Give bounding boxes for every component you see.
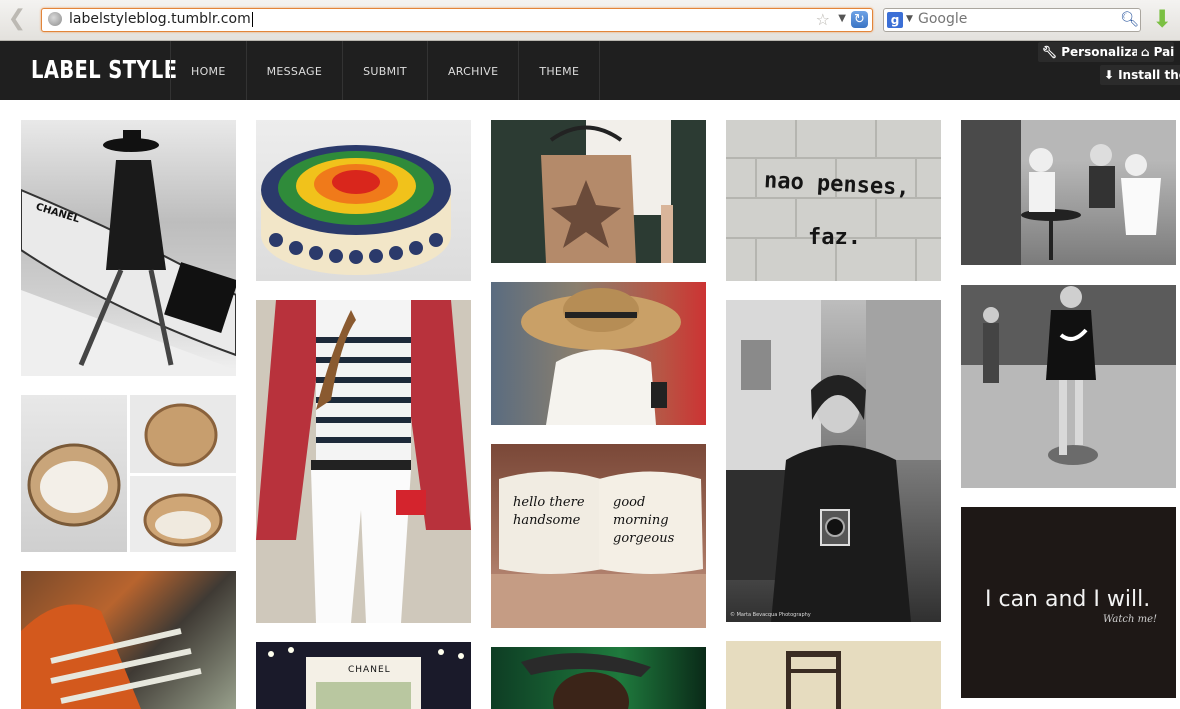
stand-sign-text: CHANEL [348, 665, 391, 675]
candy-cake-illustration [261, 145, 451, 275]
nav-submit[interactable]: SUBMIT [342, 41, 427, 100]
main-nav: HOME MESSAGE SUBMIT ARCHIVE THEME [170, 41, 601, 100]
globe-icon [48, 12, 62, 26]
tote-illustration [491, 120, 706, 263]
nike-street-illustration [961, 285, 1176, 488]
nav-archive[interactable]: ARCHIVE [426, 41, 518, 100]
customize-button[interactable]: 🔧︎ Personalizar [1038, 42, 1152, 62]
url-text[interactable]: labelstyleblog.tumblr.com [69, 11, 253, 27]
post-quote-card[interactable]: I can and I will. Watch me! [961, 507, 1176, 698]
pillow-left-text: hello there handsome [513, 495, 585, 528]
quote-text: I can and I will. [985, 587, 1151, 612]
browser-toolbar: ❮ labelstyleblog.tumblr.com ☆ ▼ ↻ g ▼ 🔍︎… [0, 0, 1180, 41]
url-dropdown-icon[interactable]: ▼ [838, 13, 846, 24]
surfer-illustration [21, 130, 236, 376]
url-bar[interactable]: labelstyleblog.tumblr.com ☆ ▼ ↻ [41, 8, 873, 32]
search-bar[interactable]: g ▼ 🔍︎ [883, 8, 1141, 32]
photo-credit-text: © Marta Bevacqua Photography [730, 612, 811, 618]
quote-subtext: Watch me! [1103, 614, 1158, 625]
star-icon[interactable]: ☆ [816, 10, 830, 29]
home-icon: ⌂ [1141, 45, 1150, 59]
post-photo-ny-jacket-girl[interactable]: © Marta Bevacqua Photography [726, 300, 941, 622]
post-photo-nike-street[interactable] [961, 285, 1176, 488]
striped-shirt-illustration [21, 604, 202, 709]
search-input[interactable] [918, 11, 1108, 27]
post-photo-cafe-terrace[interactable] [961, 120, 1176, 265]
nav-theme[interactable]: THEME [518, 41, 601, 100]
back-arrow-icon[interactable]: ❮ [6, 8, 28, 30]
post-photo-chanel-stand[interactable]: CHANEL [256, 642, 471, 709]
wrench-icon: 🔧︎ [1042, 45, 1058, 59]
google-engine-icon[interactable]: g [887, 12, 903, 28]
straw-hat-illustration [521, 288, 681, 425]
cafe-illustration [961, 120, 1176, 265]
ny-girl-illustration [726, 300, 941, 622]
site-header: LABEL STYLE HOME MESSAGE SUBMIT ARCHIVE … [0, 41, 1180, 100]
magnifier-icon[interactable]: 🔍︎ [1120, 11, 1139, 28]
download-arrow-icon[interactable]: ⬇ [1151, 6, 1173, 32]
post-photo-red-jacket-outfit[interactable] [256, 300, 471, 623]
nav-home[interactable]: HOME [170, 41, 246, 100]
install-icon: ⬇ [1104, 68, 1115, 82]
post-photo-wooden-chair[interactable] [726, 641, 941, 709]
graffiti-text-line2: faz. [808, 225, 861, 250]
post-photo-graffiti-wall[interactable]: nao penses, faz. [726, 120, 941, 281]
nav-message[interactable]: MESSAGE [245, 41, 343, 100]
post-photo-straw-hat[interactable] [491, 282, 706, 425]
chair-illustration [786, 651, 841, 709]
reload-icon[interactable]: ↻ [851, 11, 868, 28]
post-photo-neon-portrait[interactable] [491, 647, 706, 709]
post-photo-candy-cake[interactable] [256, 120, 471, 281]
install-theme-button[interactable]: ⬇Install ther [1100, 65, 1180, 85]
pod-chairs-illustration [27, 403, 223, 547]
post-photo-wooden-pod-chairs[interactable] [21, 395, 236, 552]
post-photo-chanel-surfer[interactable]: CHANEL [21, 120, 236, 376]
post-photo-text-pillows[interactable]: hello there handsome good morning gorgeo… [491, 444, 706, 628]
post-photo-redhead-striped-shirt[interactable] [21, 571, 236, 709]
post-photo-printed-tote[interactable] [491, 120, 706, 263]
pillow-right-text: good morning gorgeous [613, 495, 675, 546]
chanel-stand-illustration [268, 647, 464, 709]
engine-dropdown-icon[interactable]: ▼ [906, 14, 913, 24]
neon-portrait-illustration [521, 653, 651, 709]
red-jacket-illustration [256, 300, 471, 623]
site-logo[interactable]: LABEL STYLE [31, 55, 177, 84]
follow-button[interactable]: ⌂ Pai [1137, 42, 1175, 62]
